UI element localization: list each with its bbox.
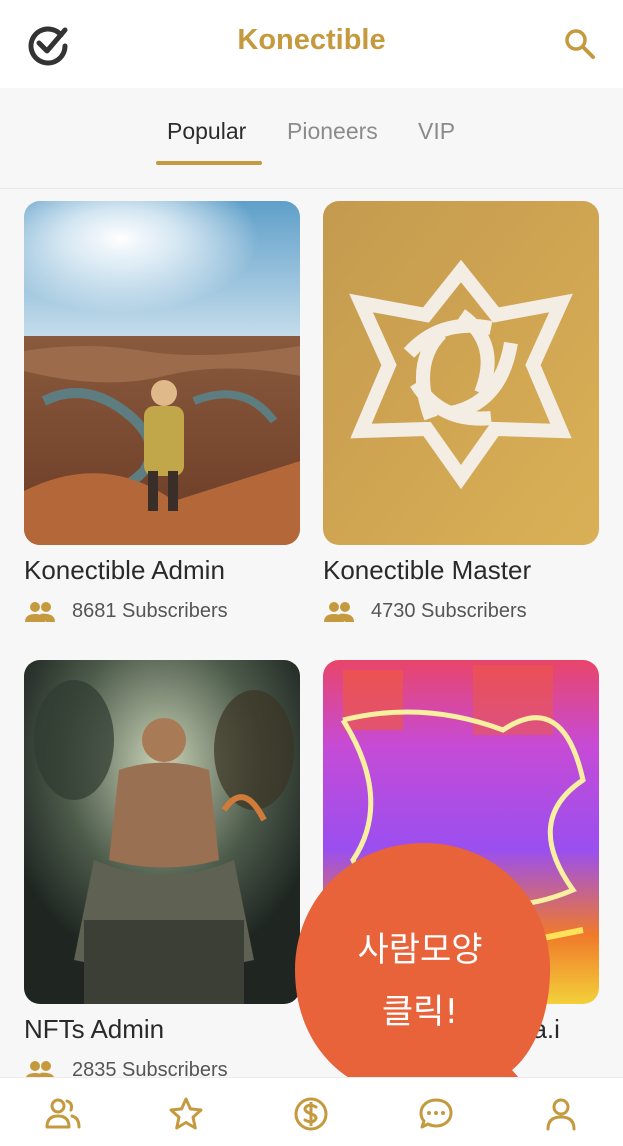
person-icon[interactable] bbox=[542, 1095, 580, 1133]
tab-bar: Popular Pioneers VIP bbox=[0, 88, 623, 189]
people-icon[interactable] bbox=[44, 1095, 82, 1133]
callout-line-2: 클릭! bbox=[381, 992, 459, 1032]
people-icon bbox=[25, 602, 55, 622]
app-bar: Konectible bbox=[0, 0, 623, 88]
subscriber-label: 8681 Subscribers bbox=[72, 600, 228, 622]
card-title: ea.i bbox=[518, 1014, 560, 1044]
gold-star-emblem[interactable] bbox=[323, 201, 599, 545]
tab-pioneers[interactable]: Pioneers bbox=[287, 118, 378, 145]
tab-popular[interactable]: Popular bbox=[167, 118, 246, 145]
throne-warrior-art[interactable] bbox=[24, 660, 300, 1004]
bottom-nav bbox=[0, 1077, 623, 1146]
callout-line-1: 사람모양 bbox=[357, 930, 483, 970]
card-title: NFTs Admin bbox=[24, 1014, 165, 1044]
search-icon[interactable] bbox=[562, 26, 598, 62]
chat-icon[interactable] bbox=[417, 1095, 455, 1133]
active-tab-indicator bbox=[156, 161, 262, 165]
people-icon bbox=[324, 602, 354, 622]
dollar-icon[interactable] bbox=[292, 1095, 330, 1133]
subscriber-label: 4730 Subscribers bbox=[371, 600, 527, 622]
canyon-hiker-photo[interactable] bbox=[24, 201, 300, 545]
star-icon[interactable] bbox=[167, 1095, 205, 1133]
card-title: Konectible Master bbox=[323, 555, 532, 585]
tab-vip[interactable]: VIP bbox=[418, 118, 455, 145]
card-title: Konectible Admin bbox=[24, 555, 225, 585]
app-title: Konectible bbox=[237, 24, 386, 56]
